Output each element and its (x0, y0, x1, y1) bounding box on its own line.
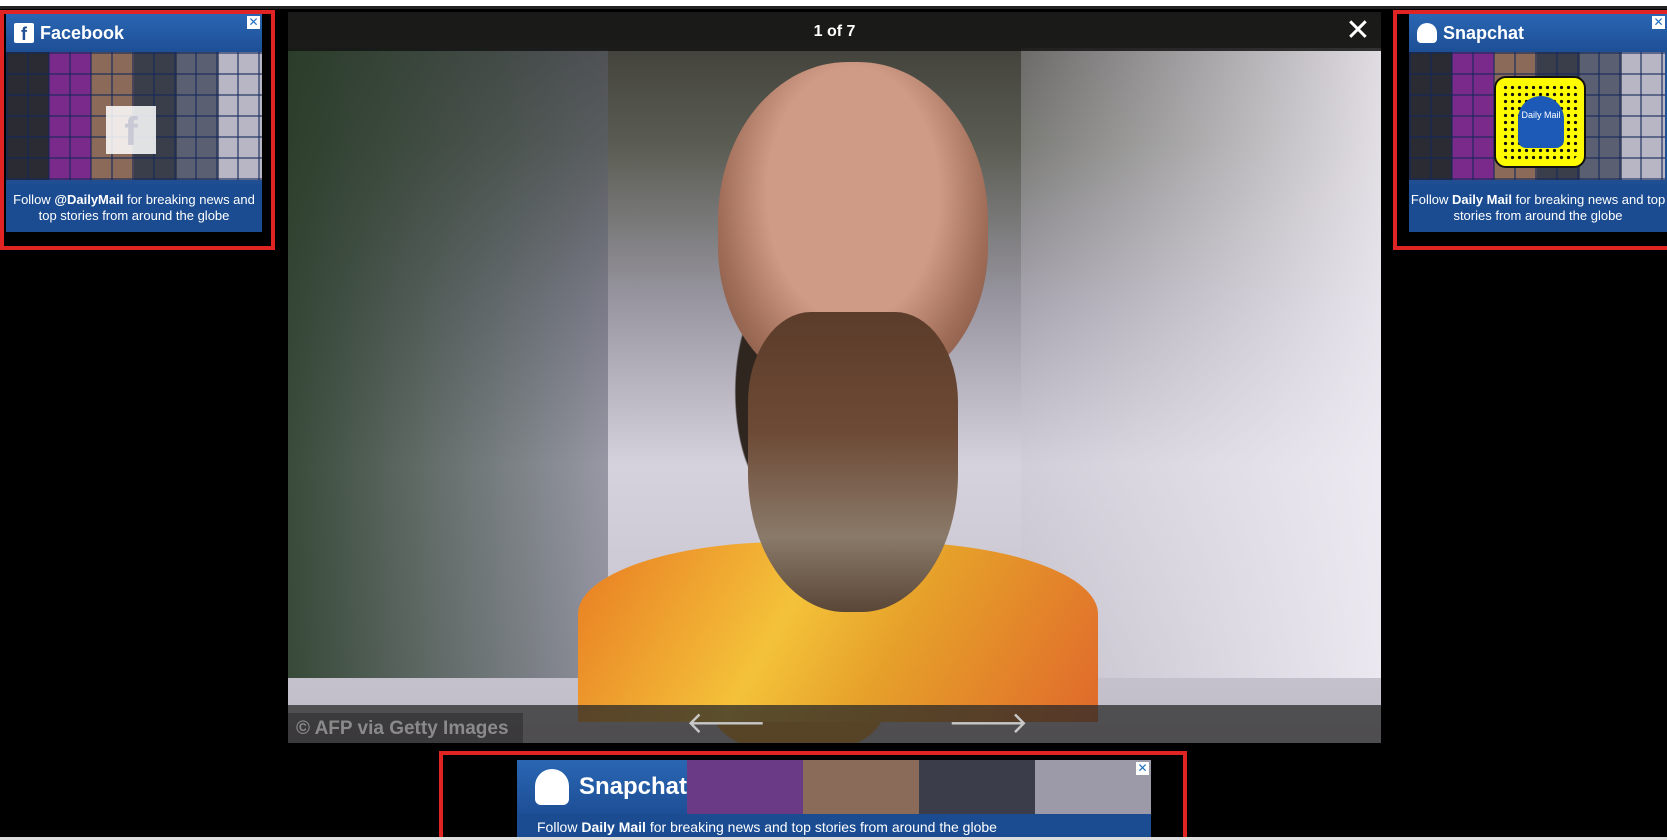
ad-platform-label: Facebook (40, 22, 125, 43)
ad-close-button[interactable]: ✕ (1652, 16, 1665, 29)
top-bar (0, 0, 1667, 9)
ad-photo-strip (687, 760, 1151, 814)
gallery-header: 1 of 7 ✕ (288, 12, 1381, 51)
close-gallery-button[interactable]: ✕ (1343, 16, 1373, 46)
ad-close-button[interactable]: ✕ (247, 16, 260, 29)
snapchat-ghost-icon (535, 769, 569, 805)
photo-gallery-viewer: 1 of 7 ✕ © AFP via Getty Images 🡐 🡒 (288, 12, 1381, 743)
snapcode-label: Daily Mail (1518, 96, 1564, 148)
next-arrow-icon[interactable]: 🡒 (948, 708, 1028, 740)
snapchat-follow-banner-ad[interactable]: Snapchat ✕ Follow Daily Mail for breakin… (517, 760, 1151, 840)
ad-text: Follow @DailyMail for breaking news and … (6, 184, 262, 232)
ad-text: Follow Daily Mail for breaking news and … (1409, 184, 1667, 232)
gallery-nav-bar: © AFP via Getty Images 🡐 🡒 (288, 705, 1381, 743)
facebook-follow-ad[interactable]: f Facebook ✕ f Follow @DailyMail for bre… (6, 14, 262, 232)
photo-credit: © AFP via Getty Images (288, 713, 523, 743)
previous-arrow-icon[interactable]: 🡐 (686, 708, 766, 740)
ad-platform-label: Snapchat (578, 773, 687, 800)
ad-header: Snapchat (517, 760, 687, 814)
snapcode-qr-icon[interactable]: Daily Mail (1494, 76, 1586, 168)
snapchat-follow-ad-right[interactable]: Snapchat ✕ Daily Mail Follow Daily Mail … (1409, 14, 1667, 232)
ad-close-button[interactable]: ✕ (1136, 762, 1149, 775)
ad-platform-label: Snapchat (1443, 22, 1525, 43)
snapchat-ghost-icon (1417, 23, 1437, 43)
ad-header: Snapchat (1409, 14, 1667, 52)
photo-counter: 1 of 7 (813, 23, 856, 40)
facebook-logo-icon: f (106, 106, 156, 154)
ad-header: f Facebook (6, 14, 262, 52)
facebook-icon: f (14, 23, 34, 44)
gallery-photo (578, 42, 1098, 722)
